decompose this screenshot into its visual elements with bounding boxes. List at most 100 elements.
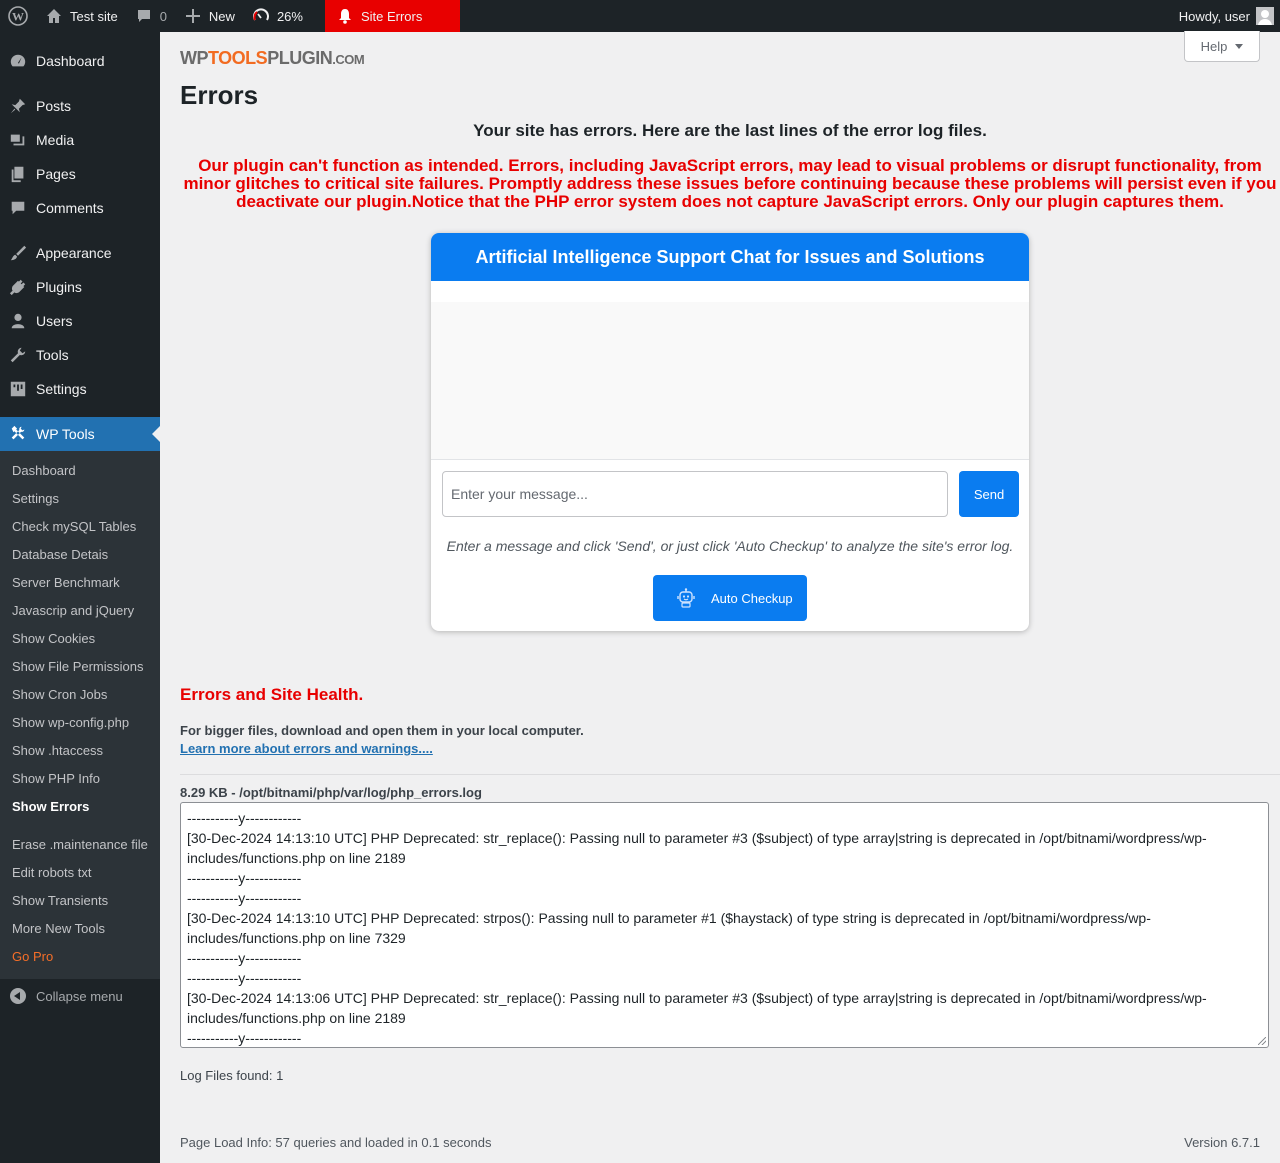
submenu-erase-maintenance[interactable]: Erase .maintenance file <box>12 835 148 855</box>
menu-posts[interactable]: Posts <box>0 89 160 123</box>
wrench-icon <box>0 346 36 364</box>
logo-text-wp: WP <box>180 48 209 68</box>
log-line: [30-Dec-2024 14:13:10 UTC] PHP Deprecate… <box>187 910 1151 946</box>
menu-label: Dashboard <box>36 53 105 69</box>
gauge-icon <box>251 6 271 26</box>
errors-notice: Your site has errors. Here are the last … <box>473 121 987 140</box>
robot-icon <box>676 588 696 608</box>
comments-count: 0 <box>159 8 167 24</box>
errors-section-title: Errors and Site Health. <box>180 685 364 704</box>
site-errors-label: Site Errors <box>360 8 423 24</box>
chat-message-input[interactable] <box>442 471 948 517</box>
comments-icon <box>0 199 36 217</box>
wp-version: Version 6.7.1 <box>1184 1135 1260 1150</box>
submenu-more-new-tools[interactable]: More New Tools <box>12 919 105 939</box>
chat-messages-area[interactable] <box>431 302 1029 460</box>
resize-grip-icon[interactable] <box>1258 1037 1266 1045</box>
error-log-textarea[interactable]: -----------y------------ [30-Dec-2024 14… <box>180 802 1269 1048</box>
learn-more-link[interactable]: Learn more about errors and warnings.... <box>180 741 433 756</box>
menu-label: Users <box>36 313 73 329</box>
submenu-dashboard[interactable]: Dashboard <box>12 461 76 481</box>
submenu-show-wp-config[interactable]: Show wp-config.php <box>12 713 129 733</box>
menu-label: Tools <box>36 347 69 363</box>
performance-percent: 26% <box>276 8 303 24</box>
wordpress-logo-icon[interactable]: W <box>0 0 36 32</box>
menu-settings[interactable]: Settings <box>0 372 160 406</box>
submenu-settings[interactable]: Settings <box>12 489 59 509</box>
auto-checkup-label: Auto Checkup <box>711 590 793 606</box>
menu-label: Appearance <box>36 245 112 261</box>
pages-icon <box>0 165 36 183</box>
avatar <box>1256 7 1274 25</box>
page-load-info: Page Load Info: 57 queries and loaded in… <box>180 1135 492 1150</box>
site-name-label: Test site <box>70 8 118 24</box>
log-line: -----------y------------ <box>187 1030 302 1046</box>
log-line: -----------y------------ <box>187 870 302 886</box>
submenu-go-pro[interactable]: Go Pro <box>12 947 53 967</box>
chat-hint-text: Enter a message and click 'Send', or jus… <box>446 538 1014 554</box>
auto-checkup-button[interactable]: Auto Checkup <box>653 575 807 621</box>
menu-label: Media <box>36 132 75 148</box>
logo-text-tools: TOOLS <box>208 48 268 68</box>
menu-wp-tools[interactable]: WP Tools <box>0 417 160 451</box>
log-file-path: 8.29 KB - /opt/bitnami/php/var/log/php_e… <box>180 785 482 800</box>
logo-text-plugin: PLUGIN <box>267 48 333 68</box>
help-label: Help <box>1200 38 1228 54</box>
submenu-show-cron-jobs[interactable]: Show Cron Jobs <box>12 685 107 705</box>
home-icon <box>44 6 64 26</box>
log-line: -----------y------------ <box>187 890 302 906</box>
submenu-database-details[interactable]: Database Detais <box>12 545 108 565</box>
menu-label: Plugins <box>36 279 82 295</box>
menu-appearance[interactable]: Appearance <box>0 236 160 270</box>
log-line: -----------y------------ <box>187 950 302 966</box>
menu-media[interactable]: Media <box>0 123 160 157</box>
submenu-show-errors[interactable]: Show Errors <box>12 797 89 817</box>
submenu-show-transients[interactable]: Show Transients <box>12 891 108 911</box>
user-icon <box>0 312 36 330</box>
brush-icon <box>0 244 36 262</box>
bell-icon <box>335 6 355 26</box>
submenu-javascript-jquery[interactable]: Javascrip and jQuery <box>12 601 134 621</box>
divider <box>180 774 1280 775</box>
menu-label: Posts <box>36 98 72 114</box>
submenu-server-benchmark[interactable]: Server Benchmark <box>12 573 120 593</box>
menu-comments[interactable]: Comments <box>0 191 160 225</box>
menu-pages[interactable]: Pages <box>0 157 160 191</box>
page-title: Errors <box>180 80 259 110</box>
wptoolsplugin-logo: WPTOOLSPLUGIN.COM <box>180 48 365 69</box>
submenu-show-file-permissions[interactable]: Show File Permissions <box>12 657 144 677</box>
send-button[interactable]: Send <box>959 471 1019 517</box>
submenu-show-cookies[interactable]: Show Cookies <box>12 629 95 649</box>
media-icon <box>0 131 36 149</box>
help-tab-button[interactable]: Help <box>1184 31 1260 62</box>
menu-label: Comments <box>36 200 104 216</box>
hammer-wrench-icon <box>0 425 36 443</box>
logo-text-com: .COM <box>332 52 365 67</box>
menu-dashboard[interactable]: Dashboard <box>0 44 160 78</box>
comments-link[interactable]: 0 <box>126 0 175 32</box>
menu-users[interactable]: Users <box>0 304 160 338</box>
log-files-count: Log Files found: 1 <box>180 1068 284 1083</box>
svg-text:W: W <box>12 10 24 24</box>
menu-plugins[interactable]: Plugins <box>0 270 160 304</box>
performance-link[interactable]: 26% <box>243 0 311 32</box>
submenu-check-mysql-tables[interactable]: Check mySQL Tables <box>12 517 136 537</box>
log-line: [30-Dec-2024 14:13:06 UTC] PHP Deprecate… <box>187 990 1207 1026</box>
new-label: New <box>208 8 235 24</box>
settings-icon <box>0 380 36 398</box>
admin-sidebar: Dashboard Posts Media Pages Comments App… <box>0 32 160 1163</box>
collapse-menu-label: Collapse menu <box>36 988 123 1004</box>
bigger-files-note: For bigger files, download and open them… <box>180 723 584 738</box>
menu-tools[interactable]: Tools <box>0 338 160 372</box>
collapse-menu-button[interactable]: Collapse menu <box>0 984 160 1008</box>
site-errors-link[interactable]: Site Errors <box>324 0 460 32</box>
site-name-link[interactable]: Test site <box>36 0 126 32</box>
log-line: [30-Dec-2024 14:13:10 UTC] PHP Deprecate… <box>187 830 1207 866</box>
comment-bubble-icon <box>134 6 154 26</box>
submenu-show-htaccess[interactable]: Show .htaccess <box>12 741 103 761</box>
new-content-link[interactable]: New <box>175 0 243 32</box>
submenu-edit-robots[interactable]: Edit robots txt <box>12 863 91 883</box>
submenu-show-php-info[interactable]: Show PHP Info <box>12 769 100 789</box>
plug-icon <box>0 278 36 296</box>
my-account-link[interactable]: Howdy, user <box>1171 0 1280 32</box>
